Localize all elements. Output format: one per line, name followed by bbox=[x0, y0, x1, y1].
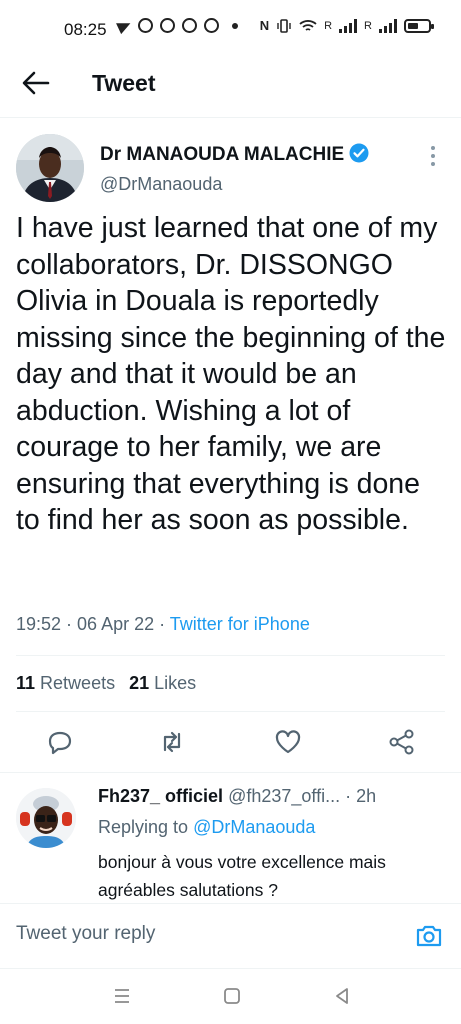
reply-composer bbox=[0, 905, 461, 967]
messenger-icon bbox=[160, 18, 175, 33]
retweets-label: Retweets bbox=[40, 673, 116, 693]
author-name[interactable]: Dr MANAOUDA MALACHIE bbox=[100, 143, 369, 166]
divider bbox=[0, 903, 461, 904]
tweet-source-link[interactable]: Twitter for iPhone bbox=[170, 614, 310, 634]
more-options-button[interactable] bbox=[431, 146, 437, 166]
system-icons: N R R bbox=[259, 18, 434, 33]
wifi-icon bbox=[299, 19, 317, 31]
header-divider bbox=[0, 117, 461, 118]
camera-icon bbox=[416, 925, 442, 947]
square-home-icon bbox=[224, 988, 240, 1004]
likes-label: Likes bbox=[154, 673, 197, 693]
tweet-actions bbox=[0, 728, 461, 760]
divider bbox=[0, 772, 461, 773]
dot bbox=[431, 154, 435, 158]
likes-stat[interactable]: 21 Likes bbox=[129, 673, 196, 693]
nfc-icon: N bbox=[259, 18, 270, 33]
facebook-icon bbox=[182, 18, 197, 33]
retweets-stat[interactable]: 11 Retweets bbox=[16, 673, 115, 693]
reply-author-name[interactable]: Fh237_ officiel bbox=[98, 786, 223, 806]
dot bbox=[431, 146, 435, 150]
reply-icon bbox=[48, 731, 72, 755]
tweet-metadata: 19:52 · 06 Apr 22 · Twitter for iPhone bbox=[16, 614, 310, 634]
tweet-time: 19:52 bbox=[16, 614, 62, 634]
signal-icon-2 bbox=[379, 18, 397, 33]
network-label-1: R bbox=[324, 19, 333, 32]
dot bbox=[431, 162, 435, 166]
divider bbox=[16, 711, 445, 712]
back-button[interactable] bbox=[22, 70, 50, 96]
reply-profile-photo bbox=[16, 788, 76, 848]
author-handle[interactable]: @DrManaouda bbox=[100, 174, 222, 195]
replying-to: Replying to @DrManaouda bbox=[98, 817, 315, 838]
reply-header: Fh237_ officiel @fh237_offi... · 2h bbox=[98, 786, 448, 807]
like-button[interactable] bbox=[274, 728, 302, 756]
vibrate-icon bbox=[277, 18, 291, 33]
reply-age: · 2h bbox=[345, 786, 377, 806]
reply-button[interactable] bbox=[46, 728, 74, 756]
notification-icons bbox=[116, 17, 238, 34]
reply-text: bonjour à vous votre excellence mais agr… bbox=[98, 852, 386, 900]
reply-author-handle[interactable]: @fh237_offi... bbox=[228, 786, 340, 806]
status-bar: 08:25 N R R bbox=[0, 0, 461, 54]
whatsapp-icon bbox=[138, 18, 153, 33]
home-button[interactable] bbox=[220, 984, 244, 1008]
divider bbox=[0, 968, 461, 969]
author-avatar[interactable] bbox=[16, 134, 84, 202]
system-navigation-bar bbox=[0, 970, 461, 1024]
replying-label: Replying to bbox=[98, 817, 189, 837]
network-label-2: R bbox=[364, 19, 372, 32]
retweet-icon bbox=[163, 731, 181, 753]
profile-photo bbox=[16, 134, 84, 202]
reply-input[interactable] bbox=[16, 923, 396, 945]
share-button[interactable] bbox=[388, 728, 416, 756]
recent-apps-button[interactable] bbox=[110, 984, 134, 1008]
tweet-text: I have just learned that one of my colla… bbox=[16, 212, 446, 536]
arrow-left-icon bbox=[22, 71, 50, 95]
back-nav-button[interactable] bbox=[330, 984, 354, 1008]
likes-count: 21 bbox=[129, 673, 150, 693]
battery-icon bbox=[404, 18, 434, 33]
tweet-stats: 11 Retweets 21 Likes bbox=[16, 673, 196, 694]
more-notifications-dot bbox=[232, 22, 238, 29]
verified-badge-icon bbox=[349, 143, 369, 163]
replying-mention-link[interactable]: @DrManaouda bbox=[193, 817, 315, 837]
telegram-icon bbox=[116, 17, 133, 34]
page-title: Tweet bbox=[92, 70, 156, 96]
top-bar: Tweet bbox=[0, 58, 461, 108]
camera-button[interactable] bbox=[415, 921, 443, 949]
tweet-date: 06 Apr 22 bbox=[77, 614, 155, 634]
author-name-text: Dr MANAOUDA MALACHIE bbox=[100, 144, 345, 165]
signal-icon-1 bbox=[339, 18, 358, 33]
retweets-count: 11 bbox=[16, 673, 36, 693]
clock-app-icon bbox=[204, 18, 219, 33]
retweet-button[interactable] bbox=[158, 728, 186, 756]
divider bbox=[16, 655, 445, 656]
menu-lines-icon bbox=[115, 989, 129, 1003]
reply-author-avatar[interactable] bbox=[16, 788, 76, 848]
status-time: 08:25 bbox=[64, 20, 107, 39]
heart-icon bbox=[275, 730, 301, 754]
triangle-back-icon bbox=[336, 988, 348, 1004]
share-icon bbox=[389, 729, 414, 755]
